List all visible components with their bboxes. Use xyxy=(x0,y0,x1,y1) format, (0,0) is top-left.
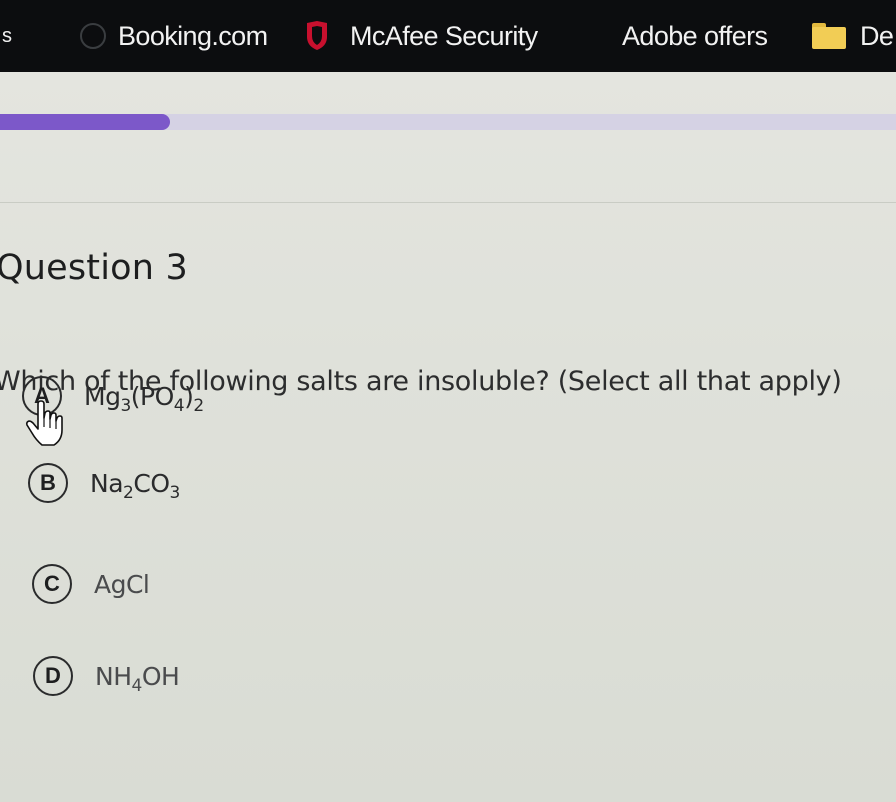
formula-subscript: 3 xyxy=(120,395,131,416)
progress-bar xyxy=(0,114,896,130)
formula-subscript: 4 xyxy=(131,675,143,696)
option-formula: Mg3(PO4)2 xyxy=(84,381,204,415)
progress-fill xyxy=(0,114,171,130)
formula-part: Mg xyxy=(84,381,121,411)
bookmark-folder[interactable]: De xyxy=(812,0,894,72)
formula-subscript: 4 xyxy=(173,395,185,416)
formula-subscript: 2 xyxy=(123,482,134,503)
formula-part: AgCl xyxy=(94,569,150,599)
formula-part: CO xyxy=(133,468,170,498)
bookmark-adobe-offers[interactable]: Adobe offers xyxy=(622,0,768,72)
bookmark-booking[interactable]: Booking.com xyxy=(80,0,268,72)
formula-subscript: 3 xyxy=(169,482,181,503)
bookmark-label: McAfee Security xyxy=(350,20,538,51)
option-d[interactable]: D NH4OH xyxy=(33,656,180,696)
option-formula: NH4OH xyxy=(95,661,180,695)
option-letter-badge: C xyxy=(32,564,72,604)
option-letter-badge: D xyxy=(33,656,73,696)
bookmark-label: De xyxy=(860,20,894,51)
formula-part: ) xyxy=(184,381,194,411)
option-b[interactable]: B Na2CO3 xyxy=(28,463,180,503)
bookmark-label: Booking.com xyxy=(118,20,268,51)
bookmark-label: s xyxy=(2,24,12,47)
folder-icon xyxy=(812,23,846,49)
formula-part: OH xyxy=(141,661,180,691)
formula-part: Na xyxy=(90,468,124,498)
option-formula: AgCl xyxy=(94,569,150,599)
mcafee-shield-icon xyxy=(307,21,327,50)
bookmarks-bar: s Booking.com McAfee Security Adobe offe… xyxy=(0,0,896,72)
question-title: Question 3 xyxy=(0,248,188,288)
option-c[interactable]: C AgCl xyxy=(32,564,150,604)
bookmark-partial[interactable]: s xyxy=(0,0,12,72)
formula-subscript: 2 xyxy=(193,395,204,416)
hand-pointer-cursor-icon xyxy=(25,400,63,446)
bookmark-mcafee[interactable]: McAfee Security xyxy=(304,0,538,72)
bookmark-label: Adobe offers xyxy=(622,20,768,51)
formula-part: NH xyxy=(95,661,132,691)
globe-icon xyxy=(80,23,106,49)
divider xyxy=(0,202,896,203)
option-letter-badge: B xyxy=(28,463,68,503)
formula-part: (PO xyxy=(130,381,175,411)
option-formula: Na2CO3 xyxy=(90,468,180,502)
